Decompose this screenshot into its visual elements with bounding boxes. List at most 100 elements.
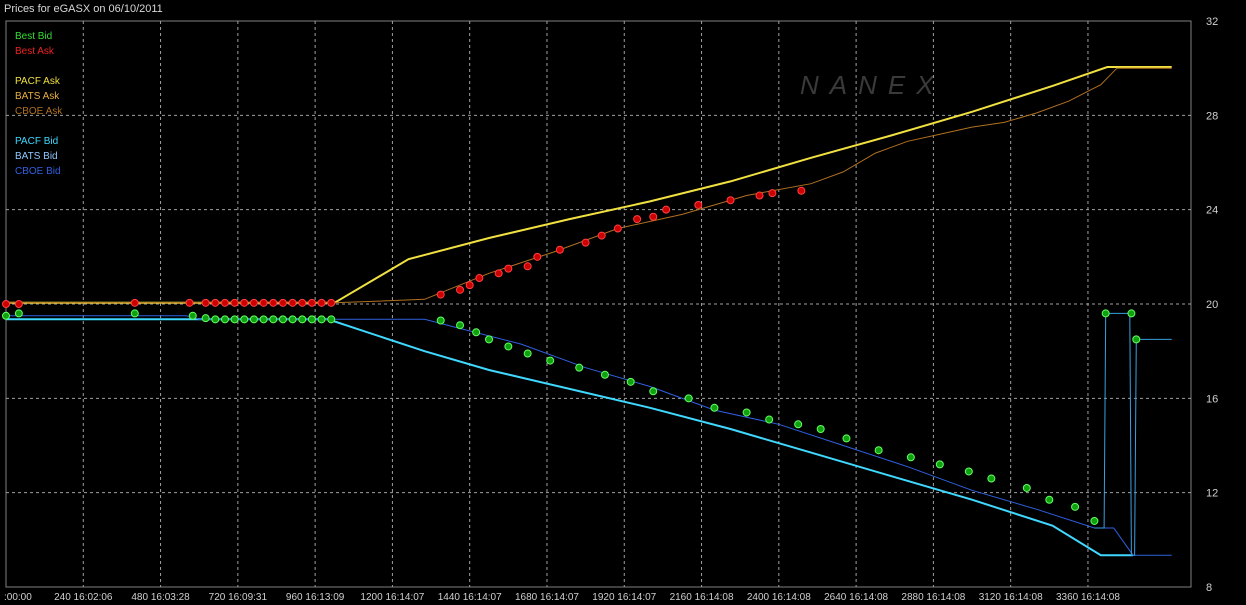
best-ask-marker xyxy=(278,298,287,307)
best-bid-marker xyxy=(684,394,693,403)
x-tick-label: 240 16:02:06 xyxy=(54,592,113,603)
best-ask-marker xyxy=(533,252,542,261)
best-ask-marker xyxy=(317,298,326,307)
x-tick-label: 1920 16:14:07 xyxy=(592,592,656,603)
series-line-bats-bid xyxy=(1094,312,1172,556)
best-bid-marker xyxy=(765,415,774,424)
price-chart: 8 12 16 20 24 28 32 :00:00 240 16:02:06 480 16:03… xyxy=(2,16,1218,603)
y-tick-label: 28 xyxy=(1206,110,1218,122)
best-bid-marker xyxy=(1022,483,1031,492)
series-line-pacf-bid xyxy=(6,318,1133,557)
x-tick-label: :00:00 xyxy=(4,592,32,603)
best-bid-marker xyxy=(278,315,287,324)
best-ask-marker xyxy=(662,205,671,214)
best-ask-marker xyxy=(613,224,622,233)
y-tick-label: 8 xyxy=(1206,582,1212,594)
best-ask-marker xyxy=(288,298,297,307)
y-tick-label: 24 xyxy=(1206,205,1218,217)
best-bid-marker xyxy=(794,420,803,429)
best-ask-marker xyxy=(436,290,445,299)
best-bid-marker xyxy=(626,377,635,386)
best-bid-marker xyxy=(710,403,719,412)
y-tick-label: 20 xyxy=(1206,299,1218,311)
best-ask-marker xyxy=(726,196,735,205)
best-ask-marker xyxy=(475,274,484,283)
best-bid-marker xyxy=(935,460,944,469)
best-bid-marker xyxy=(288,315,297,324)
best-ask-marker xyxy=(597,231,606,240)
best-ask-marker xyxy=(456,285,465,294)
best-bid-marker xyxy=(259,315,268,324)
best-ask-marker xyxy=(230,298,239,307)
best-ask-marker xyxy=(249,298,258,307)
best-ask-marker xyxy=(633,215,642,224)
best-bid-marker xyxy=(269,315,278,324)
best-ask-marker xyxy=(14,300,23,308)
best-ask-marker xyxy=(555,245,564,254)
best-bid-marker xyxy=(1132,335,1141,344)
best-bid-marker xyxy=(874,446,883,455)
best-ask-marker xyxy=(211,298,220,307)
best-ask-marker xyxy=(755,191,764,200)
best-ask-marker xyxy=(220,298,229,307)
best-ask-marker xyxy=(298,298,307,307)
best-bid-marker xyxy=(317,315,326,324)
best-ask-marker xyxy=(259,298,268,307)
best-bid-marker xyxy=(472,328,481,337)
best-bid-marker xyxy=(240,315,249,324)
best-bid-marker xyxy=(298,315,307,324)
best-bid-marker xyxy=(14,309,23,318)
x-tick-label: 3360 16:14:08 xyxy=(1056,592,1120,603)
best-ask-marker xyxy=(307,298,316,307)
best-ask-marker xyxy=(581,238,590,247)
best-ask-marker xyxy=(694,200,703,209)
x-tick-label: 1440 16:14:07 xyxy=(438,592,502,603)
best-ask-marker xyxy=(269,298,278,307)
series-line-pacf-ask xyxy=(6,66,1172,304)
best-ask-marker xyxy=(2,300,10,308)
best-bid-marker xyxy=(906,453,915,462)
y-tick-label: 32 xyxy=(1206,16,1218,28)
best-ask-marker xyxy=(130,298,139,307)
x-tick-label: 480 16:03:28 xyxy=(131,592,190,603)
best-bid-marker xyxy=(230,315,239,324)
best-bid-marker xyxy=(504,342,513,351)
best-ask-marker xyxy=(768,189,777,198)
series-line-cboe-bid xyxy=(6,315,1172,556)
x-tick-label: 1680 16:14:07 xyxy=(515,592,579,603)
best-bid-marker xyxy=(964,467,973,476)
best-ask-marker xyxy=(240,298,249,307)
best-bid-marker xyxy=(201,314,210,323)
best-bid-marker xyxy=(249,315,258,324)
best-bid-marker xyxy=(485,335,494,344)
best-bid-marker xyxy=(130,309,139,318)
best-bid-marker xyxy=(600,370,609,379)
best-bid-marker xyxy=(436,316,445,325)
best-ask-marker xyxy=(494,269,503,278)
best-bid-marker xyxy=(649,387,658,396)
x-tick-label: 960 16:13:09 xyxy=(286,592,345,603)
best-bid-marker xyxy=(987,474,996,483)
best-bid-marker xyxy=(546,356,555,365)
best-bid-marker xyxy=(1101,309,1110,318)
x-tick-label: 2400 16:14:08 xyxy=(747,592,811,603)
best-bid-marker xyxy=(211,315,220,324)
best-bid-marker xyxy=(1090,516,1099,525)
best-bid-marker xyxy=(188,311,197,320)
x-tick-label: 3120 16:14:08 xyxy=(979,592,1043,603)
best-bid-marker xyxy=(456,321,465,330)
best-ask-marker xyxy=(185,298,194,307)
best-bid-marker xyxy=(842,434,851,443)
best-ask-marker xyxy=(523,262,532,271)
best-bid-marker xyxy=(1127,309,1136,318)
best-ask-marker xyxy=(201,298,210,307)
best-bid-marker xyxy=(742,408,751,417)
y-tick-label: 12 xyxy=(1206,488,1218,500)
best-bid-marker xyxy=(816,424,825,433)
x-tick-label: 1200 16:14:07 xyxy=(360,592,424,603)
best-ask-marker xyxy=(504,264,513,273)
y-tick-label: 16 xyxy=(1206,393,1218,405)
best-bid-marker xyxy=(523,349,532,358)
x-tick-label: 2160 16:14:08 xyxy=(670,592,734,603)
best-bid-marker xyxy=(575,363,584,372)
